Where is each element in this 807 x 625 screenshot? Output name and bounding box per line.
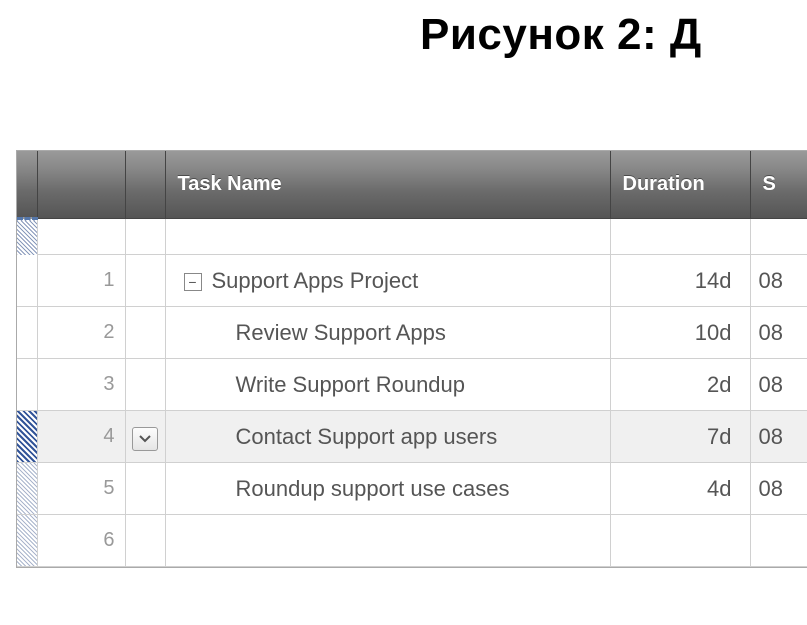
row-marker [17,463,37,515]
collapse-minus-icon[interactable]: − [184,273,202,291]
task-name-cell[interactable]: Write Support Roundup [165,359,610,411]
start-cell [750,219,807,255]
duration-cell[interactable]: 10d [610,307,750,359]
start-cell[interactable]: 08 [750,463,807,515]
dropdown-icon[interactable] [132,427,158,451]
duration-cell [610,219,750,255]
row-number-cell[interactable]: 3 [37,359,125,411]
task-name-cell[interactable]: Roundup support use cases [165,463,610,515]
row-icon-cell [125,307,165,359]
task-name-text: Roundup support use cases [236,476,510,501]
task-table-container: Task Name Duration S 1 −Support Apps Proj… [16,150,807,568]
start-cell[interactable] [750,515,807,567]
task-name-cell[interactable]: −Support Apps Project [165,255,610,307]
header-icon[interactable] [125,151,165,219]
header-duration[interactable]: Duration [610,151,750,219]
duration-cell[interactable]: 7d [610,411,750,463]
task-table: Task Name Duration S 1 −Support Apps Proj… [17,151,807,567]
start-cell[interactable]: 08 [750,359,807,411]
spacer-row [17,219,807,255]
row-number-cell[interactable]: 4 [37,411,125,463]
duration-cell[interactable]: 2d [610,359,750,411]
row-number-cell [37,219,125,255]
task-name-text: Support Apps Project [212,268,419,293]
table-row[interactable]: 1−Support Apps Project14d08 [17,255,807,307]
table-row[interactable]: 6 [17,515,807,567]
row-icon-cell [125,219,165,255]
task-name-text: Review Support Apps [236,320,446,345]
header-rownum[interactable] [37,151,125,219]
row-marker [17,219,37,255]
row-icon-cell [125,359,165,411]
row-number-cell[interactable]: 6 [37,515,125,567]
row-marker [17,255,37,307]
row-icon-cell [125,255,165,307]
row-number-cell[interactable]: 1 [37,255,125,307]
start-cell[interactable]: 08 [750,411,807,463]
task-name-cell [165,219,610,255]
row-marker [17,359,37,411]
row-number-cell[interactable]: 2 [37,307,125,359]
duration-cell[interactable]: 14d [610,255,750,307]
row-number-cell[interactable]: 5 [37,463,125,515]
duration-cell[interactable] [610,515,750,567]
duration-cell[interactable]: 4d [610,463,750,515]
task-name-cell[interactable]: Contact Support app users [165,411,610,463]
header-start[interactable]: S [750,151,807,219]
figure-caption: Рисунок 2: Д [420,0,807,60]
table-header-row: Task Name Duration S [17,151,807,219]
task-name-text: Write Support Roundup [236,372,466,397]
header-task-name[interactable]: Task Name [165,151,610,219]
table-row[interactable]: 2 Review Support Apps 10d08 [17,307,807,359]
header-marker [17,151,37,219]
task-name-text: Contact Support app users [236,424,498,449]
row-icon-cell [125,515,165,567]
start-cell[interactable]: 08 [750,255,807,307]
row-marker [17,515,37,567]
table-row[interactable]: 4 Contact Support app users 7d08 [17,411,807,463]
task-name-cell[interactable]: Review Support Apps [165,307,610,359]
task-name-cell[interactable] [165,515,610,567]
row-marker [17,411,37,463]
table-row[interactable]: 3 Write Support Roundup 2d08 [17,359,807,411]
table-row[interactable]: 5 Roundup support use cases 4d08 [17,463,807,515]
row-icon-cell [125,463,165,515]
row-marker [17,307,37,359]
start-cell[interactable]: 08 [750,307,807,359]
row-icon-cell [125,411,165,463]
